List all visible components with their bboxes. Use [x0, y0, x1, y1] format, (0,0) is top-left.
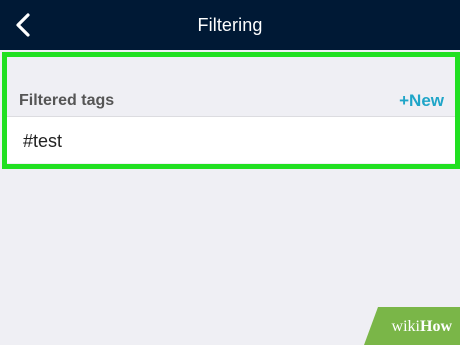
watermark-how: How [420, 318, 452, 335]
tag-list-item[interactable]: #test [7, 116, 455, 163]
watermark-wiki: wiki [391, 318, 420, 335]
watermark-text: wikiHow [392, 318, 452, 336]
page-title: Filtering [197, 15, 263, 35]
new-tag-button[interactable]: +New [399, 91, 444, 111]
navigation-bar: Filtering [0, 0, 460, 50]
tag-label: #test [23, 131, 63, 151]
section-title: Filtered tags [19, 92, 115, 109]
filtered-tags-header: Filtered tags +New [7, 57, 455, 116]
wikihow-watermark: wikiHow [364, 307, 460, 345]
